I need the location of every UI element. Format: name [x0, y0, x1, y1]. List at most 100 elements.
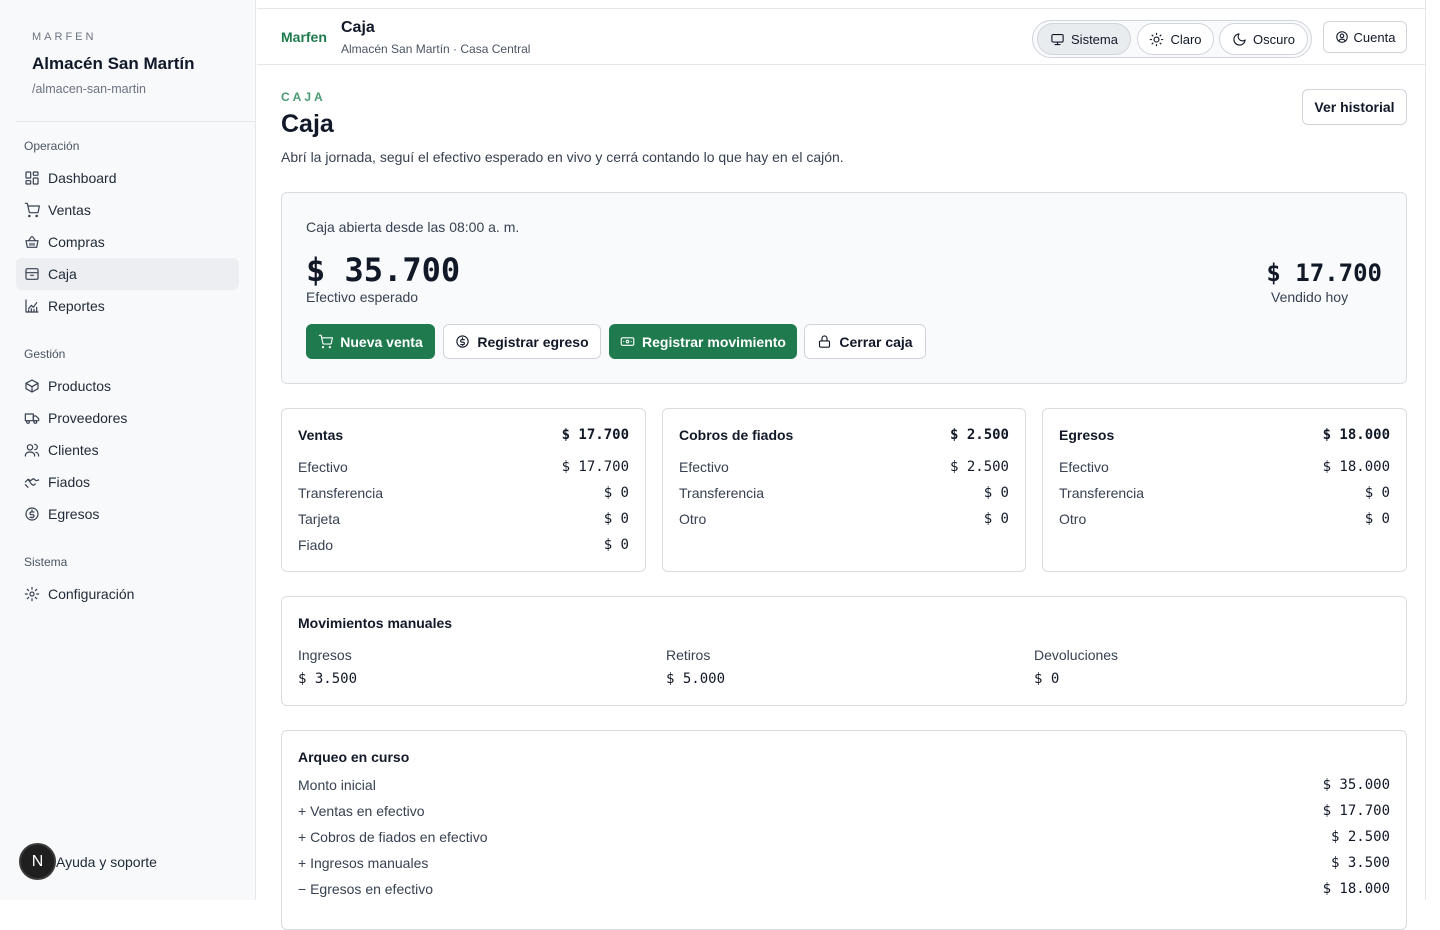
header-title: Caja	[341, 19, 375, 36]
cash-count-row: Monto inicial $ 35.000	[298, 777, 1390, 793]
sidebar: MARFEN Almacén San Martín /almacen-san-m…	[0, 0, 256, 900]
theme-switcher: Sistema Claro Oscuro	[1032, 20, 1312, 58]
row-value: $ 0	[983, 511, 1009, 527]
register-movement-label: Registrar movimiento	[642, 333, 786, 350]
row-label: + Cobros de fiados en efectivo	[298, 829, 488, 845]
row-value: $ 2.500	[949, 459, 1009, 475]
sidebar-item-egresos[interactable]: Egresos	[16, 498, 239, 530]
close-cash-button[interactable]: Cerrar caja	[804, 324, 926, 359]
card-title: Movimientos manuales	[298, 615, 453, 631]
breakdown-row: Transferencia $ 0	[679, 485, 1009, 501]
cash-count-card: Arqueo en curso Monto inicial $ 35.000 +…	[281, 730, 1407, 930]
sidebar-item-proveedores[interactable]: Proveedores	[16, 402, 239, 434]
dashboard-icon	[25, 171, 39, 185]
sidebar-item-label: Productos	[48, 378, 112, 394]
handshake-icon	[24, 478, 40, 488]
card-total: $ 2.500	[949, 427, 1009, 443]
history-button[interactable]: Ver historial	[1302, 89, 1407, 125]
sidebar-item-fiados[interactable]: Fiados	[16, 466, 239, 498]
sidebar-item-label: Egresos	[48, 506, 100, 522]
row-value: $ 0	[603, 511, 629, 527]
row-label: Transferencia	[679, 485, 765, 501]
sidebar-item-label: Compras	[48, 234, 105, 250]
row-label: − Egresos en efectivo	[298, 881, 434, 897]
sidebar-item-label: Ventas	[48, 202, 91, 218]
banknote-icon	[620, 337, 635, 346]
theme-claro-button[interactable]: Claro	[1137, 23, 1214, 55]
sidebar-item-caja[interactable]: Caja	[16, 258, 239, 290]
row-value: $ 0	[1364, 485, 1390, 501]
basket-icon	[25, 236, 39, 248]
account-button[interactable]: Cuenta	[1323, 21, 1407, 53]
manual-withdrawals: Retiros $ 5.000	[666, 647, 725, 687]
sidebar-item-dashboard[interactable]: Dashboard	[16, 162, 239, 194]
register-expense-button[interactable]: Registrar egreso	[443, 324, 601, 359]
users-icon	[24, 443, 40, 457]
manual-returns: Devoluciones $ 0	[1034, 647, 1118, 687]
help-support-link[interactable]: N Ayuda y soporte	[19, 843, 157, 880]
sidebar-item-label: Clientes	[48, 442, 99, 458]
row-value: $ 17.700	[1322, 803, 1390, 819]
breakdown-row: Tarjeta $ 0	[298, 511, 629, 527]
package-icon	[25, 379, 39, 393]
cart-icon	[318, 334, 334, 349]
manual-income-label: Ingresos	[298, 647, 352, 663]
row-value: $ 35.000	[1322, 777, 1390, 793]
card-header: Egresos $ 18.000	[1059, 427, 1390, 443]
breakdown-row: Efectivo $ 2.500	[679, 459, 1009, 475]
cash-count-row: + Cobros de fiados en efectivo $ 2.500	[298, 829, 1390, 845]
nav-section-operacion: Operación	[24, 139, 80, 153]
row-label: Monto inicial	[298, 777, 376, 793]
card-header: Cobros de fiados $ 2.500	[679, 427, 1009, 443]
breakdown-row: Efectivo $ 18.000	[1059, 459, 1390, 475]
breakdown-row: Otro $ 0	[679, 511, 1009, 527]
theme-claro-label: Claro	[1170, 31, 1202, 47]
manual-returns-label: Devoluciones	[1034, 647, 1119, 663]
row-label: Tarjeta	[298, 511, 341, 527]
theme-oscuro-button[interactable]: Oscuro	[1219, 23, 1308, 55]
header-brand[interactable]: Marfen	[281, 29, 327, 45]
sidebar-item-configuracion[interactable]: Configuración	[16, 578, 239, 610]
help-support-label: Ayuda y soporte	[56, 853, 157, 870]
row-label: Efectivo	[679, 459, 729, 475]
cash-status: Caja abierta desde las 08:00 a. m.	[306, 219, 520, 235]
manual-income-value: $ 3.500	[298, 671, 358, 687]
card-total: $ 17.700	[561, 427, 629, 443]
new-sale-label: Nueva venta	[340, 333, 423, 350]
row-value: $ 2.500	[1330, 829, 1390, 845]
page-eyebrow: CAJA	[281, 90, 326, 104]
manual-withdrawals-label: Retiros	[666, 647, 711, 663]
sidebar-item-compras[interactable]: Compras	[16, 226, 239, 258]
register-movement-button[interactable]: Registrar movimiento	[609, 324, 797, 359]
theme-sistema-button[interactable]: Sistema	[1037, 23, 1131, 55]
header-subtitle: Almacén San Martín · Casa Central	[341, 42, 531, 56]
cash-count-row: − Egresos en efectivo $ 18.000	[298, 881, 1390, 897]
manual-income: Ingresos $ 3.500	[298, 647, 357, 687]
row-label: Transferencia	[298, 485, 384, 501]
row-label: Efectivo	[1059, 459, 1109, 475]
store-name: Almacén San Martín	[32, 54, 195, 73]
sidebar-item-ventas[interactable]: Ventas	[16, 194, 239, 226]
close-cash-label: Cerrar caja	[839, 333, 913, 350]
sales-breakdown-card: Ventas $ 17.700 Efectivo $ 17.700 Transf…	[281, 408, 646, 572]
row-value: $ 3.500	[1330, 855, 1390, 871]
theme-oscuro-label: Oscuro	[1253, 31, 1295, 47]
sidebar-item-reportes[interactable]: Reportes	[16, 290, 239, 322]
row-value: $ 0	[603, 485, 629, 501]
sidebar-item-clientes[interactable]: Clientes	[16, 434, 239, 466]
sidebar-item-productos[interactable]: Productos	[16, 370, 239, 402]
new-sale-button[interactable]: Nueva venta	[306, 324, 435, 359]
cash-count-row: + Ventas en efectivo $ 17.700	[298, 803, 1390, 819]
row-label: + Ventas en efectivo	[298, 803, 425, 819]
card-title: Cobros de fiados	[679, 427, 794, 443]
card-total: $ 18.000	[1322, 427, 1390, 443]
store-slug: /almacen-san-martin	[32, 82, 146, 96]
account-label: Cuenta	[1353, 29, 1396, 45]
sidebar-divider	[16, 121, 255, 122]
manual-withdrawals-value: $ 5.000	[666, 671, 726, 687]
card-title: Egresos	[1059, 427, 1115, 443]
row-value: $ 18.000	[1322, 881, 1390, 897]
card-title: Ventas	[298, 427, 344, 443]
cash-count-row: + Ingresos manuales $ 3.500	[298, 855, 1390, 871]
breakdown-row: Transferencia $ 0	[1059, 485, 1390, 501]
